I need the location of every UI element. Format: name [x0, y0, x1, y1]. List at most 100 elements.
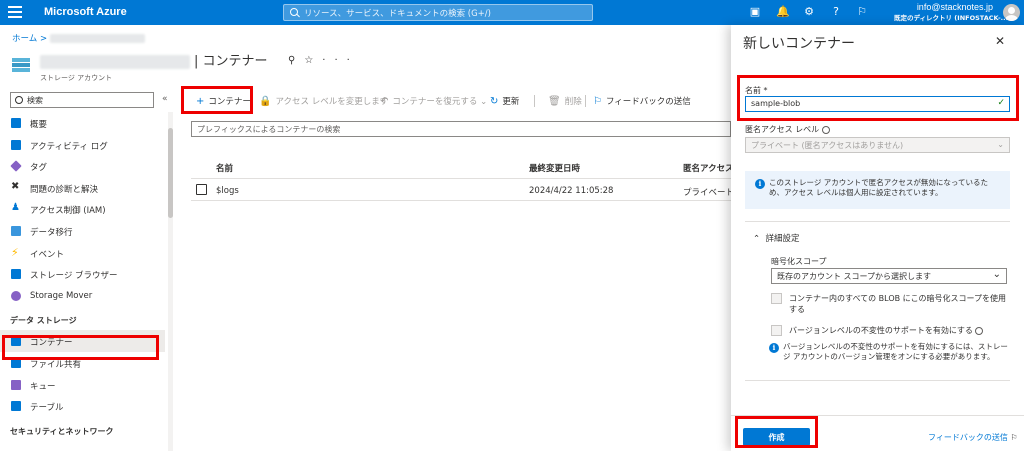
- help-icon[interactable]: ?: [829, 5, 843, 19]
- sidebar-item-tables[interactable]: テーブル: [0, 395, 165, 417]
- page-title-text: | コンテナー: [194, 54, 268, 69]
- info-icon: i: [755, 179, 765, 189]
- info-message-text: このストレージ アカウントで匿名アクセスが無効になっているため、アクセス レベル…: [769, 178, 988, 197]
- sidebar-item-diagnose[interactable]: ✖ 問題の診断と解決: [0, 177, 165, 199]
- cloud-shell-icon[interactable]: ▣: [748, 5, 762, 19]
- chevron-up-icon: ⌃: [753, 234, 761, 244]
- settings-icon[interactable]: ⚙: [802, 5, 816, 19]
- page-title: | コンテナー: [40, 50, 268, 69]
- access-level-label-text: 匿名アクセス レベル: [745, 125, 820, 134]
- lock-icon: 🔒: [259, 96, 272, 107]
- account-menu[interactable]: info@stacknotes.jp 既定のディレクトリ (INFOSTACK-…: [894, 2, 1008, 22]
- refresh-button[interactable]: ↻ 更新: [490, 95, 519, 107]
- account-email: info@stacknotes.jp: [916, 2, 993, 12]
- info-icon: i: [769, 343, 779, 353]
- advanced-section-toggle[interactable]: ⌃ 詳細設定: [753, 232, 800, 244]
- section-security-network: セキュリティとネットワーク: [10, 426, 114, 436]
- storage-mover-icon: [11, 290, 21, 301]
- access-level-label: 匿名アクセス レベル: [745, 124, 830, 135]
- sidebar-item-iam[interactable]: ♟ アクセス制御 (IAM): [0, 198, 165, 220]
- encryption-scope-select[interactable]: 既存のアカウント スコープから選択します ⌄: [771, 268, 1007, 284]
- container-filter-input[interactable]: プレフィックスによるコンテナーの検索: [191, 121, 731, 137]
- table-row[interactable]: $logs 2024/4/22 11:05:28 プライベート: [191, 179, 735, 201]
- encryption-scope-value: 既存のアカウント スコープから選択します: [777, 272, 932, 281]
- close-icon[interactable]: ✕: [995, 34, 1005, 48]
- version-immutability-checkbox[interactable]: [771, 325, 782, 336]
- collapse-menu-button[interactable]: «: [162, 94, 168, 104]
- feedback-person-icon: ⚐: [1010, 433, 1018, 442]
- sidebar-item-label: データ移行: [30, 227, 73, 238]
- column-header-name[interactable]: 名前: [216, 162, 233, 174]
- sidebar-item-data-migration[interactable]: データ移行: [0, 220, 165, 242]
- container-name[interactable]: $logs: [216, 186, 239, 196]
- access-level-value: プライベート (匿名アクセスはありません): [751, 141, 904, 150]
- breadcrumb: ホーム >: [12, 32, 145, 44]
- sidebar-item-label: イベント: [30, 249, 65, 260]
- feedback-person-icon: ⚐: [593, 96, 602, 107]
- highlight-containers-nav: [2, 335, 159, 360]
- feedback-icon[interactable]: ⚐: [855, 5, 869, 19]
- highlight-create-button: [735, 416, 818, 448]
- chevron-down-icon: ⌄: [480, 97, 488, 107]
- info-circle-icon[interactable]: [975, 326, 984, 335]
- access-level-select[interactable]: プライベート (匿名アクセスはありません) ⌄: [745, 137, 1010, 153]
- feedback-button[interactable]: ⚐ フィードバックの送信: [593, 95, 691, 107]
- breadcrumb-account-redacted[interactable]: [49, 34, 145, 43]
- container-modified: 2024/4/22 11:05:28: [529, 186, 614, 196]
- chevron-down-icon: ⌄: [992, 269, 1001, 280]
- global-search-input[interactable]: リソース、サービス、ドキュメントの検索 (G+/): [283, 4, 593, 21]
- brand-name[interactable]: Microsoft Azure: [44, 6, 127, 18]
- breadcrumb-home[interactable]: ホーム: [12, 34, 37, 44]
- panel-feedback-label: フィードバックの送信: [928, 433, 1008, 442]
- queue-icon: [11, 379, 21, 390]
- highlight-name-field: [737, 75, 1019, 121]
- more-options[interactable]: ···: [322, 55, 359, 66]
- restore-container-button[interactable]: ↶ コンテナーを復元する ⌄: [380, 95, 487, 107]
- sidebar-item-activity-log[interactable]: アクティビティ ログ: [0, 134, 165, 156]
- panel-feedback-link[interactable]: フィードバックの送信 ⚐: [928, 432, 1018, 443]
- use-scope-for-all-checkbox[interactable]: [771, 293, 782, 304]
- title-actions: ⚲☆···: [288, 55, 359, 66]
- scrollbar-thumb[interactable]: [168, 128, 173, 218]
- sidebar-item-tags[interactable]: タグ: [0, 155, 165, 177]
- sidebar-item-events[interactable]: ⚡ イベント: [0, 242, 165, 264]
- sidebar-item-storage-browser[interactable]: ストレージ ブラウザー: [0, 263, 165, 285]
- divider: [745, 380, 1010, 381]
- favorite-star-icon[interactable]: ☆: [304, 55, 322, 66]
- sidebar-nav: 概要 アクティビティ ログ タグ ✖ 問題の診断と解決 ♟ アクセス制御 (IAM)…: [0, 112, 165, 441]
- section-data-storage: データ ストレージ: [10, 316, 77, 326]
- sidebar-scrollbar[interactable]: [168, 112, 173, 451]
- people-icon: ♟: [11, 202, 20, 214]
- global-search-placeholder: リソース、サービス、ドキュメントの検索 (G+/): [304, 9, 491, 19]
- sidebar-item-label: 問題の診断と解決: [30, 184, 99, 195]
- sidebar-item-queues[interactable]: キュー: [0, 374, 165, 396]
- sidebar-item-label: Storage Mover: [30, 290, 93, 301]
- encryption-scope-label: 暗号化スコープ: [771, 257, 827, 266]
- search-icon: [290, 8, 298, 16]
- overview-icon: [11, 118, 21, 128]
- info-message: i このストレージ アカウントで匿名アクセスが無効になっているため、アクセス レ…: [745, 171, 1010, 209]
- sidebar-item-storage-mover[interactable]: Storage Mover: [0, 285, 165, 307]
- pin-icon[interactable]: ⚲: [288, 55, 304, 66]
- tag-icon: [10, 160, 22, 172]
- top-bar: Microsoft Azure リソース、サービス、ドキュメントの検索 (G+/…: [0, 0, 1024, 25]
- restore-label: コンテナーを復元する: [392, 97, 478, 107]
- column-header-modified[interactable]: 最終変更日時: [529, 162, 580, 174]
- sidebar-item-overview[interactable]: 概要: [0, 112, 165, 134]
- menu-search-input[interactable]: 検索: [10, 92, 154, 108]
- sidebar-item-label: ファイル共有: [30, 359, 82, 370]
- info-circle-icon[interactable]: [821, 125, 830, 134]
- avatar[interactable]: [1003, 4, 1020, 21]
- menu-icon[interactable]: [8, 6, 22, 18]
- row-checkbox[interactable]: [196, 184, 207, 195]
- column-header-access[interactable]: 匿名アクセス: [683, 162, 734, 174]
- table-icon: [11, 401, 21, 412]
- container-access: プライベート: [683, 188, 735, 198]
- chevron-down-icon: ⌄: [997, 140, 1004, 149]
- delete-button[interactable]: 🗑 削除: [548, 95, 582, 107]
- notifications-icon[interactable]: 🔔: [776, 5, 790, 19]
- version-info-text: バージョンレベルの不変性のサポートを有効にするには、ストレージ アカウントのバー…: [783, 342, 1008, 361]
- breadcrumb-separator: >: [39, 34, 48, 44]
- change-access-level-button[interactable]: 🔒 アクセス レベルを変更します: [259, 95, 388, 107]
- sidebar-item-label: キュー: [30, 381, 56, 392]
